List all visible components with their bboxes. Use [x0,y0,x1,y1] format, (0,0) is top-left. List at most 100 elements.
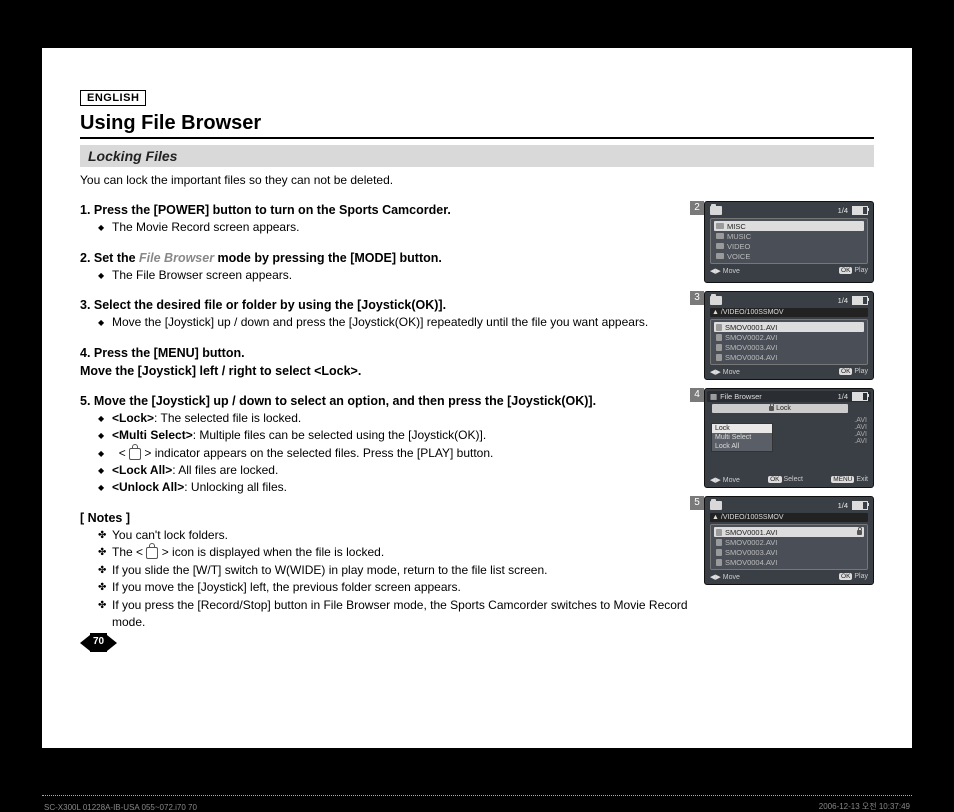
file-icon [716,324,722,331]
bg-file: .AVI [854,438,867,445]
lock-icon [769,406,774,411]
lock-tab: Lock [712,404,848,413]
notes-heading: [ Notes ] [80,509,690,527]
section-heading: Locking Files [80,145,874,167]
counter: 1/4 [838,206,848,215]
step-2-head: 2. Set the File Browser mode by pressing… [80,249,690,267]
list-item: SMOV0001.AVI [725,323,777,332]
file-browser-term: File Browser [139,251,214,265]
triangle-right-icon [107,635,117,651]
battery-icon [852,296,868,305]
list-item: SMOV0002.AVI [725,333,777,342]
play-hint: OK Play [839,267,868,275]
screenshot-badge-4: 4 [690,388,704,402]
path-bar: ▲ /VIDEO/100SSMOV [710,308,868,317]
move-hint: ◀▶ Move [710,476,740,484]
list-item: SMOV0003.AVI [725,548,777,557]
exit-hint: MENU Exit [831,476,868,484]
list-item: VIDEO [727,242,750,251]
page-number: 70 [90,633,107,652]
step-3: 3. Select the desired file or folder by … [80,296,690,332]
step-5-sub-unlockall: <Unlock All>: Unlocking all files. [98,479,690,496]
battery-icon [852,206,868,215]
screenshot-badge-3: 3 [690,291,704,305]
step-2-sub: The File Browser screen appears. [98,267,690,284]
step-2-head-b: mode by pressing the [MODE] button. [214,251,442,265]
move-hint: ◀▶ Move [710,267,740,275]
list-item: MISC [727,222,746,231]
screenshot-badge-2: 2 [690,201,704,215]
folder-icon [716,253,724,259]
step-5: 5. Move the [Joystick] up / down to sele… [80,392,690,497]
list-item: SMOV0001.AVI [725,528,777,537]
menu-item-lock: Lock [712,424,772,433]
triangle-left-icon [80,635,90,651]
screenshot-4: 4 ▦File Browser 1/4 Lock .AVI [704,388,874,488]
folder-icon [710,501,722,510]
step-1-head: 1. Press the [POWER] button to turn on t… [80,201,690,219]
file-icon [716,529,722,536]
step-3-head: 3. Select the desired file or folder by … [80,296,690,314]
lock-icon [146,547,158,559]
lock-icon [129,448,141,460]
battery-icon [852,392,868,401]
list-item: SMOV0004.AVI [725,353,777,362]
counter: 1/4 [838,296,848,305]
bg-file: .AVI [854,424,867,431]
screenshot-badge-5: 5 [690,496,704,510]
counter: 1/4 [838,392,848,401]
bg-file: .AVI [854,417,867,424]
menu-item-multi: Multi Select [712,433,772,442]
move-hint: ◀▶ Move [710,368,740,376]
step-1: 1. Press the [POWER] button to turn on t… [80,201,690,237]
list-item: SMOV0002.AVI [725,538,777,547]
page-number-badge: 70 [80,633,690,652]
counter: 1/4 [838,501,848,510]
intro-text: You can lock the important files so they… [80,173,874,187]
step-2-head-a: 2. Set the [80,251,139,265]
menu-item-lockall: Lock All [712,442,772,451]
step-4: 4. Press the [MENU] button. Move the [Jo… [80,344,690,380]
folder-list: MISC MUSIC VIDEO VOICE [710,218,868,264]
file-icon [716,539,722,546]
screenshot-5: 5 1/4 ▲ /VIDEO/100SSMOV SMOV0001.AVI SMO… [704,496,874,585]
play-hint: OK Play [839,573,868,581]
list-item: VOICE [727,252,750,261]
step-4-head-a: 4. Press the [MENU] button. [80,344,690,362]
list-item: MUSIC [727,232,751,241]
footer-rule [42,795,912,796]
folder-icon [716,243,724,249]
folder-icon [710,296,722,305]
note-3: If you slide the [W/T] switch to W(WIDE)… [98,562,690,579]
lock-icon [857,530,862,535]
step-5-head: 5. Move the [Joystick] up / down to sele… [80,392,690,410]
file-icon [716,344,722,351]
file-list: SMOV0001.AVI SMOV0002.AVI SMOV0003.AVI S… [710,319,868,365]
move-hint: ◀▶ Move [710,573,740,581]
step-1-sub: The Movie Record screen appears. [98,219,690,236]
list-item: SMOV0003.AVI [725,343,777,352]
footer-right: 2006-12-13 오전 10:37:49 [819,801,910,812]
list-item: SMOV0004.AVI [725,558,777,567]
fb-title: File Browser [720,392,762,401]
step-4-head-b: Move the [Joystick] left / right to sele… [80,362,690,380]
lock-menu: Lock Multi Select Lock All [711,423,773,452]
footer-left: SC-X300L 01228A-IB-USA 055~072.i70 70 [44,803,197,812]
step-2: 2. Set the File Browser mode by pressing… [80,249,690,285]
battery-icon [852,501,868,510]
title-rule [80,137,874,139]
page-title: Using File Browser [80,112,874,135]
screenshot-3: 3 1/4 ▲ /VIDEO/100SSMOV SMOV0001.AVI SMO… [704,291,874,380]
bg-file: .AVI [854,431,867,438]
note-1: You can't lock folders. [98,527,690,544]
screenshots-column: 2 1/4 MISC MUSIC VIDEO VOICE [704,201,874,652]
select-hint: OK Select [768,476,803,484]
note-4: If you move the [Joystick] left, the pre… [98,579,690,596]
step-3-sub: Move the [Joystick] up / down and press … [98,314,690,331]
note-5: If you press the [Record/Stop] button in… [98,597,690,632]
play-hint: OK Play [839,368,868,376]
step-5-sub-lockall: <Lock All>: All files are locked. [98,462,690,479]
note-2: The < > icon is displayed when the file … [98,544,690,561]
instruction-column: 1. Press the [POWER] button to turn on t… [80,201,690,652]
language-box: ENGLISH [80,90,146,106]
